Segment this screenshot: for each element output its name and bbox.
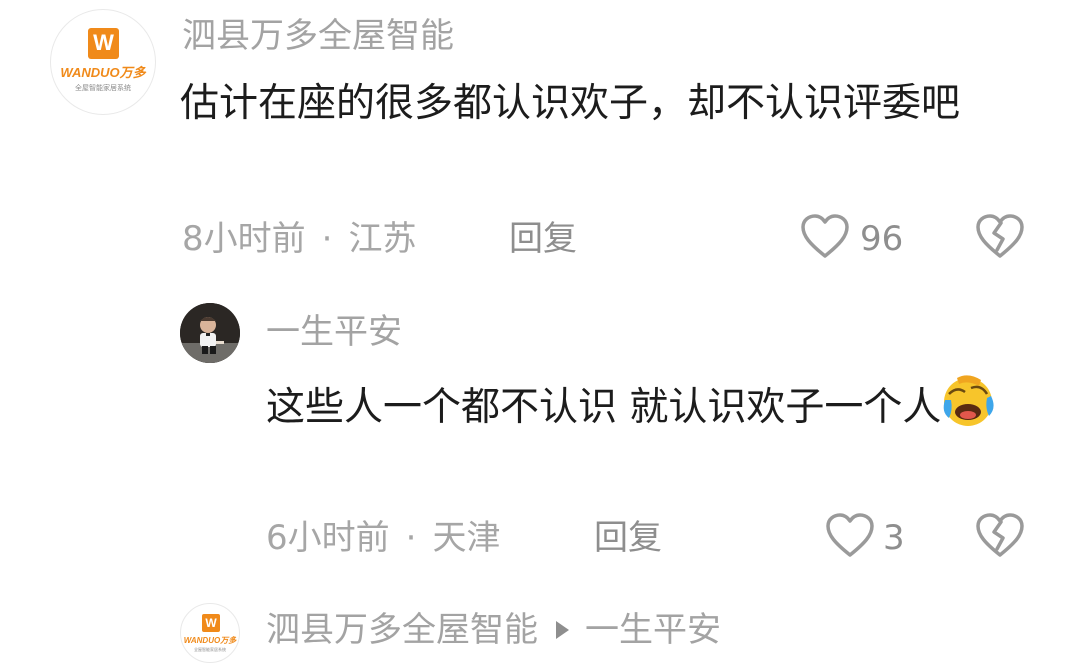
reply-to-author[interactable]: 一生平安 (585, 610, 721, 650)
comment-location: 江苏 (348, 219, 417, 259)
avatar[interactable] (180, 303, 240, 363)
comment-text: 这些人一个都不认识 就认识欢子一个人 (266, 385, 942, 430)
avatar[interactable]: W WANDUO万多 全屋智能家居系统 (50, 9, 156, 115)
comment-text: 估计在座的很多都认识欢子，却不认识评委吧 (180, 81, 961, 126)
comment-author[interactable]: 一生平安 (266, 312, 402, 352)
comment-author[interactable]: 泗县万多全屋智能 (266, 610, 538, 650)
comment-author[interactable]: 泗县万多全屋智能 (182, 16, 454, 56)
heart-outline-icon[interactable] (800, 214, 850, 260)
comment-meta: 6小时前 · 天津 (266, 518, 500, 558)
avatar[interactable]: W WANDUO万多 全屋智能家居系统 (180, 603, 240, 663)
comment-author-line: 泗县万多全屋智能 一生平安 (266, 610, 721, 650)
like-count: 96 (860, 219, 904, 259)
comment-time: 6小时前 (266, 518, 390, 558)
separator-dot: · (405, 518, 417, 558)
broken-heart-icon[interactable] (975, 513, 1025, 559)
wanduo-logo-icon: W (88, 28, 119, 59)
comment-location: 天津 (432, 518, 501, 558)
comment-text-wrap: 这些人一个都不认识 就认识欢子一个人 (266, 374, 1026, 436)
reply-button[interactable]: 回复 (594, 518, 662, 558)
reply-button[interactable]: 回复 (509, 219, 577, 259)
comment-time: 8小时前 (182, 219, 306, 259)
broken-heart-icon[interactable] (975, 214, 1025, 260)
play-arrow-icon (556, 620, 569, 639)
laughing-crying-emoji-icon (944, 375, 994, 426)
child-photo-avatar-icon (180, 303, 240, 363)
heart-outline-icon[interactable] (825, 513, 875, 559)
comment-meta: 8小时前 · 江苏 (182, 219, 416, 259)
wanduo-logo-icon: W (202, 614, 220, 632)
like-count: 3 (883, 518, 905, 558)
separator-dot: · (321, 219, 333, 259)
